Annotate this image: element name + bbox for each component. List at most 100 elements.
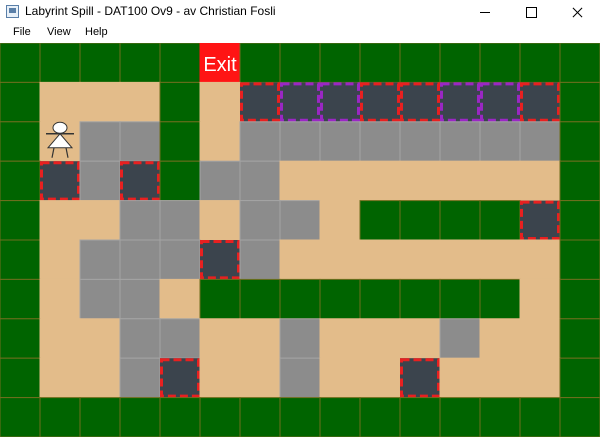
- floor-cell: [39, 200, 81, 241]
- wall-cell: [279, 43, 321, 83]
- floor-cell: [359, 357, 401, 399]
- minimize-icon[interactable]: [462, 0, 508, 24]
- stone-cell: [159, 239, 201, 280]
- stone-cell: [519, 121, 561, 162]
- stone-cell: [439, 121, 481, 162]
- floor-cell: [519, 357, 561, 399]
- red-block-cell: [520, 200, 560, 241]
- wall-cell: [0, 278, 41, 320]
- wall-cell: [279, 278, 321, 320]
- stone-cell: [119, 357, 161, 399]
- wall-cell: [39, 397, 81, 437]
- wall-cell: [559, 278, 600, 320]
- stone-cell: [279, 121, 321, 162]
- purple-block-cell: [480, 82, 520, 122]
- wall-cell: [559, 160, 600, 202]
- floor-cell: [319, 160, 361, 202]
- wall-cell: [119, 43, 161, 83]
- wall-cell: [479, 43, 521, 83]
- wall-cell: [199, 278, 241, 320]
- wall-cell: [479, 397, 521, 437]
- floor-cell: [79, 318, 121, 359]
- floor-cell: [439, 239, 481, 280]
- floor-cell: [119, 81, 161, 123]
- wall-cell: [559, 200, 600, 241]
- labyrinth-grid: Exit: [0, 43, 600, 437]
- wall-cell: [519, 397, 561, 437]
- wall-cell: [479, 200, 521, 241]
- menu-bar: File View Help: [0, 24, 600, 43]
- floor-cell: [39, 278, 81, 320]
- wall-cell: [0, 160, 41, 202]
- red-block-cell: [120, 161, 160, 201]
- wall-cell: [559, 43, 600, 83]
- wall-cell: [0, 81, 41, 123]
- stone-cell: [79, 278, 121, 320]
- wall-cell: [159, 121, 201, 162]
- wall-cell: [559, 121, 600, 162]
- stone-cell: [159, 200, 201, 241]
- floor-cell: [279, 160, 321, 202]
- purple-block-cell: [280, 82, 320, 122]
- red-block-cell: [360, 82, 400, 122]
- wall-cell: [239, 278, 281, 320]
- wall-cell: [359, 397, 401, 437]
- wall-cell: [319, 43, 361, 83]
- floor-cell: [399, 160, 441, 202]
- stone-cell: [79, 160, 121, 202]
- floor-cell: [239, 357, 281, 399]
- floor-cell: [319, 200, 361, 241]
- wall-cell: [199, 397, 241, 437]
- stone-cell: [239, 239, 281, 280]
- floor-cell: [79, 81, 121, 123]
- exit-cell: Exit: [199, 43, 241, 83]
- wall-cell: [159, 43, 201, 83]
- wall-cell: [359, 278, 401, 320]
- floor-cell: [79, 357, 121, 399]
- stone-cell: [119, 239, 161, 280]
- wall-cell: [0, 239, 41, 280]
- wall-cell: [319, 278, 361, 320]
- floor-cell: [479, 357, 521, 399]
- red-block-cell: [40, 161, 80, 201]
- floor-cell: [519, 278, 561, 320]
- stone-cell: [439, 318, 481, 359]
- floor-cell: [199, 357, 241, 399]
- wall-cell: [159, 81, 201, 123]
- floor-cell: [359, 318, 401, 359]
- menu-help[interactable]: Help: [85, 26, 108, 38]
- floor-cell: [199, 81, 241, 123]
- floor-cell: [359, 239, 401, 280]
- floor-cell: [79, 200, 121, 241]
- stone-cell: [399, 121, 441, 162]
- wall-cell: [479, 278, 521, 320]
- wall-cell: [0, 121, 41, 162]
- wall-cell: [439, 397, 481, 437]
- close-icon[interactable]: [554, 0, 600, 24]
- wall-cell: [519, 43, 561, 83]
- wall-cell: [439, 200, 481, 241]
- red-block-cell: [400, 82, 440, 122]
- floor-cell: [439, 160, 481, 202]
- wall-cell: [0, 43, 41, 83]
- floor-cell: [519, 239, 561, 280]
- stone-cell: [239, 200, 281, 241]
- stone-cell: [159, 318, 201, 359]
- wall-cell: [159, 160, 201, 202]
- wall-cell: [39, 43, 81, 83]
- stone-cell: [79, 239, 121, 280]
- wall-cell: [0, 397, 41, 437]
- menu-file[interactable]: File: [13, 26, 31, 38]
- wall-cell: [159, 397, 201, 437]
- stone-cell: [479, 121, 521, 162]
- wall-cell: [359, 200, 401, 241]
- floor-cell: [239, 318, 281, 359]
- floor-cell: [39, 239, 81, 280]
- wall-cell: [0, 318, 41, 359]
- stone-cell: [119, 278, 161, 320]
- maximize-icon[interactable]: [508, 0, 554, 24]
- menu-view[interactable]: View: [47, 26, 71, 38]
- floor-cell: [39, 357, 81, 399]
- wall-cell: [399, 397, 441, 437]
- exit-label: Exit: [203, 54, 237, 76]
